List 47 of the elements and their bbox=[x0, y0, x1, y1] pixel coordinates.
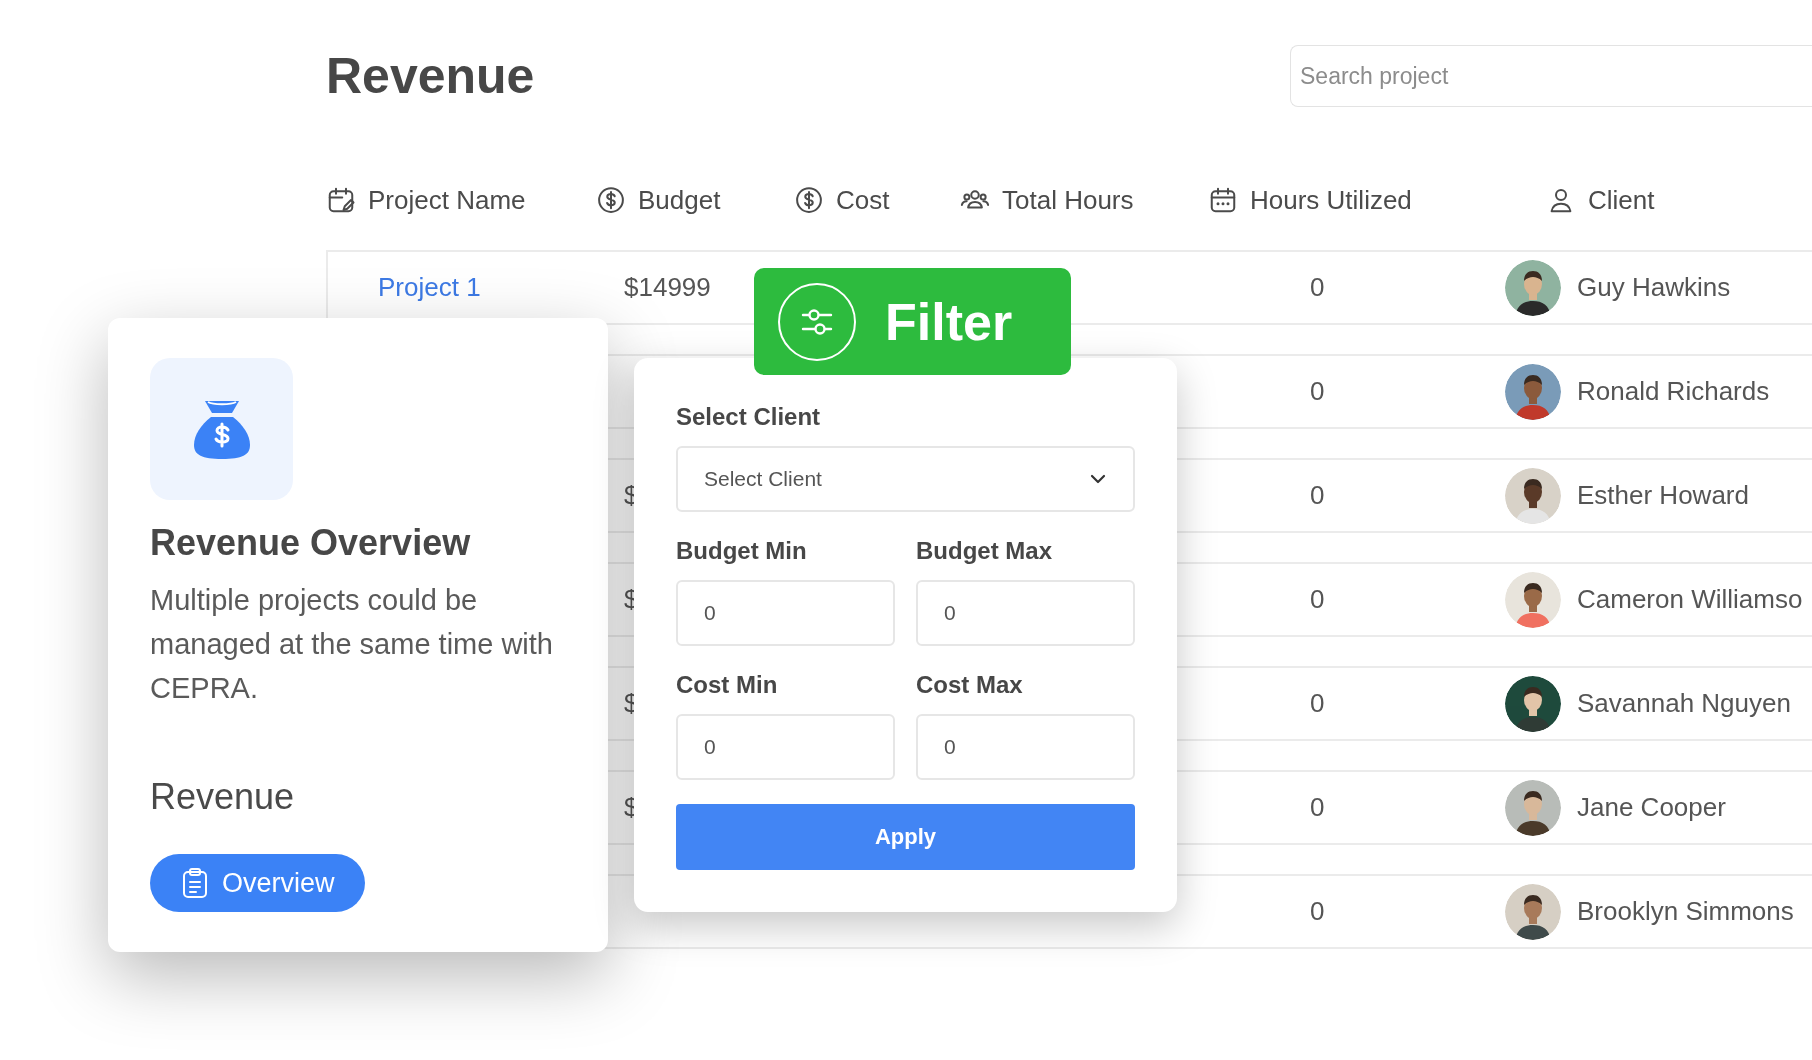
input-field[interactable]: 0 bbox=[676, 580, 895, 646]
client-name: Ronald Richards bbox=[1577, 376, 1770, 407]
client-name: Guy Hawkins bbox=[1577, 272, 1731, 303]
dollar-icon bbox=[596, 185, 626, 215]
input-field[interactable]: 0 bbox=[916, 714, 1135, 780]
client-dropdown[interactable]: Select Client bbox=[676, 446, 1135, 512]
badge-label: Filter bbox=[885, 291, 1013, 352]
column-header: Cost bbox=[836, 184, 890, 216]
input-field[interactable]: 0 bbox=[916, 580, 1135, 646]
table-cell: 0 bbox=[1310, 376, 1325, 406]
field-label: Cost Min bbox=[676, 670, 779, 700]
client-name: Brooklyn Simmons bbox=[1577, 896, 1794, 927]
apply-button[interactable]: Apply bbox=[676, 804, 1135, 870]
client-name: Esther Howard bbox=[1577, 480, 1749, 511]
table-cell: $14999 bbox=[624, 272, 711, 302]
column-header: Hours Utilized bbox=[1250, 184, 1412, 216]
column-header: Budget bbox=[638, 184, 721, 216]
field-label: Cost Max bbox=[916, 670, 1024, 700]
dollar-icon bbox=[794, 185, 824, 215]
field-label: Select Client bbox=[676, 402, 822, 432]
table-cell: 0 bbox=[1310, 272, 1325, 302]
input-field[interactable]: 0 bbox=[676, 714, 895, 780]
client-name: Savannah Nguyen bbox=[1577, 688, 1791, 719]
table-cell: 0 bbox=[1310, 792, 1325, 822]
calendar-icon bbox=[1208, 185, 1238, 215]
overview-button[interactable]: Overview bbox=[150, 854, 365, 912]
calendar-edit-icon bbox=[326, 185, 356, 215]
table-cell: 0 bbox=[1310, 896, 1325, 926]
search-field[interactable]: Search project bbox=[1290, 45, 1812, 107]
field-label: Budget Max bbox=[916, 536, 1053, 566]
sliders-icon bbox=[777, 281, 857, 362]
column-header: Project Name bbox=[368, 184, 526, 216]
column-header: Client bbox=[1588, 184, 1655, 216]
chevron-down-icon bbox=[1089, 473, 1107, 485]
card-title: Revenue Overview bbox=[150, 521, 472, 565]
clipboard-icon bbox=[180, 867, 210, 899]
client-name: Cameron Williamso bbox=[1577, 584, 1803, 615]
field-label: Budget Min bbox=[676, 536, 808, 566]
table-cell: 0 bbox=[1310, 688, 1325, 718]
client-name: Jane Cooper bbox=[1577, 792, 1726, 823]
project-link[interactable]: Project 1 bbox=[378, 272, 481, 302]
section-title: Revenue bbox=[150, 775, 296, 819]
page-title: Revenue bbox=[326, 47, 535, 106]
table-cell: 0 bbox=[1310, 480, 1325, 510]
card-description: Multiple projects could be managed at the same time with CEPRA. bbox=[150, 583, 554, 706]
column-header: Total Hours bbox=[1002, 184, 1134, 216]
table-cell: 0 bbox=[1310, 584, 1325, 614]
